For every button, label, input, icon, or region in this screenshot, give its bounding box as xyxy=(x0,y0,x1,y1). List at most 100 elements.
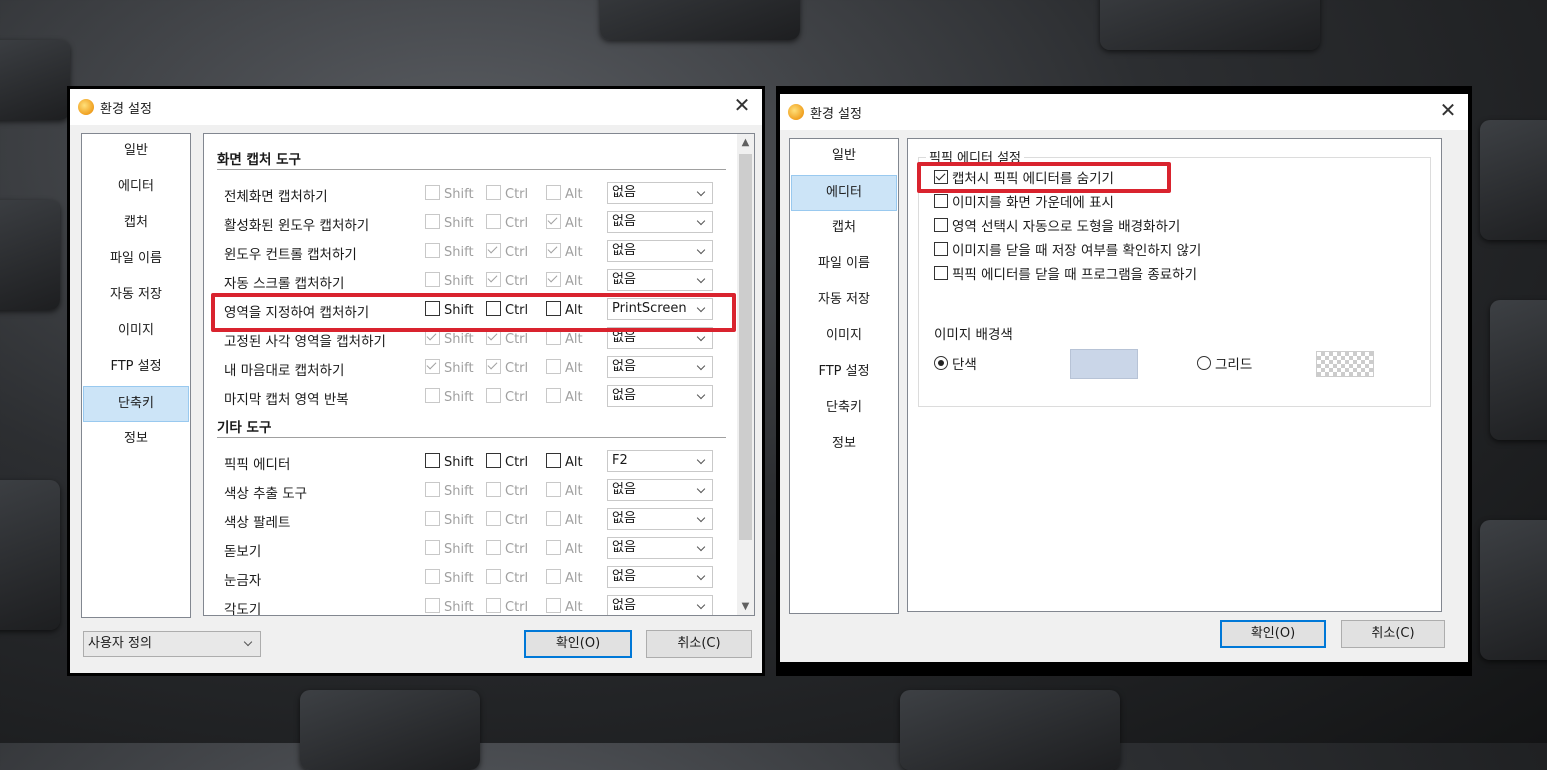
key-select[interactable]: 없음 xyxy=(607,327,713,349)
key-select[interactable]: 없음 xyxy=(607,385,713,407)
nav-item[interactable]: 이미지 xyxy=(791,319,897,355)
nav-item[interactable]: 일반 xyxy=(83,134,189,170)
shift-checkbox[interactable]: Shift xyxy=(425,359,474,376)
key-select[interactable]: 없음 xyxy=(607,240,713,262)
shift-checkbox[interactable]: Shift xyxy=(425,330,474,347)
bg-grid-radio[interactable]: 그리드 xyxy=(1197,353,1252,373)
modifier-label: Shift xyxy=(444,332,474,347)
cancel-button[interactable]: 취소(C) xyxy=(646,630,752,658)
key-select[interactable]: 없음 xyxy=(607,508,713,530)
ctrl-checkbox[interactable]: Ctrl xyxy=(486,243,528,260)
key-select[interactable]: 없음 xyxy=(607,269,713,291)
alt-checkbox[interactable]: Alt xyxy=(546,388,583,405)
key-select[interactable]: 없음 xyxy=(607,211,713,233)
ok-button[interactable]: 확인(O) xyxy=(1220,620,1326,648)
nav-item[interactable]: 일반 xyxy=(791,139,897,175)
alt-checkbox[interactable]: Alt xyxy=(546,482,583,499)
ctrl-checkbox[interactable]: Ctrl xyxy=(486,301,528,318)
close-icon[interactable]: ✕ xyxy=(1436,98,1460,122)
editor-option-checkbox[interactable]: 픽픽 에디터를 닫을 때 프로그램을 종료하기 xyxy=(934,263,1197,283)
key-select[interactable]: 없음 xyxy=(607,479,713,501)
nav-item[interactable]: 캡처 xyxy=(791,211,897,247)
shift-checkbox[interactable]: Shift xyxy=(425,214,474,231)
ok-button[interactable]: 확인(O) xyxy=(524,630,632,658)
nav-item[interactable]: 에디터 xyxy=(791,175,897,211)
cancel-button[interactable]: 취소(C) xyxy=(1341,620,1445,648)
settings-nav: 일반 에디터 캡처 파일 이름 자동 저장 이미지 FTP 설정 단축키 정보 xyxy=(81,133,191,618)
shift-checkbox[interactable]: Shift xyxy=(425,185,474,202)
shift-checkbox[interactable]: Shift xyxy=(425,540,474,557)
scroll-up-icon[interactable]: ▲ xyxy=(737,134,754,151)
ctrl-checkbox[interactable]: Ctrl xyxy=(486,388,528,405)
nav-item[interactable]: FTP 설정 xyxy=(791,355,897,391)
shift-checkbox[interactable]: Shift xyxy=(425,511,474,528)
nav-item[interactable]: 파일 이름 xyxy=(791,247,897,283)
nav-item[interactable]: 정보 xyxy=(83,422,189,458)
key-select[interactable]: 없음 xyxy=(607,356,713,378)
alt-checkbox[interactable]: Alt xyxy=(546,330,583,347)
option-label: 이미지를 화면 가운데에 표시 xyxy=(952,195,1114,211)
alt-checkbox[interactable]: Alt xyxy=(546,272,583,289)
nav-item[interactable]: 캡처 xyxy=(83,206,189,242)
ctrl-checkbox[interactable]: Ctrl xyxy=(486,511,528,528)
ctrl-checkbox[interactable]: Ctrl xyxy=(486,214,528,231)
shift-checkbox[interactable]: Shift xyxy=(425,272,474,289)
shift-checkbox[interactable]: Shift xyxy=(425,388,474,405)
alt-checkbox[interactable]: Alt xyxy=(546,569,583,586)
nav-item[interactable]: FTP 설정 xyxy=(83,350,189,386)
nav-item[interactable]: 단축키 xyxy=(83,386,189,422)
close-icon[interactable]: ✕ xyxy=(730,93,754,117)
solid-color-swatch[interactable] xyxy=(1070,349,1138,379)
grid-pattern-swatch[interactable] xyxy=(1316,351,1374,377)
ctrl-checkbox[interactable]: Ctrl xyxy=(486,330,528,347)
key-select[interactable]: 없음 xyxy=(607,182,713,204)
alt-checkbox[interactable]: Alt xyxy=(546,185,583,202)
ctrl-checkbox[interactable]: Ctrl xyxy=(486,359,528,376)
alt-checkbox[interactable]: Alt xyxy=(546,301,583,318)
preset-select[interactable]: 사용자 정의 xyxy=(83,631,261,657)
editor-option-checkbox[interactable]: 이미지를 화면 가운데에 표시 xyxy=(934,191,1114,211)
ctrl-checkbox[interactable]: Ctrl xyxy=(486,272,528,289)
key-select[interactable]: 없음 xyxy=(607,566,713,588)
shift-checkbox[interactable]: Shift xyxy=(425,598,474,615)
alt-checkbox[interactable]: Alt xyxy=(546,214,583,231)
alt-checkbox[interactable]: Alt xyxy=(546,453,583,470)
editor-option-checkbox[interactable]: 영역 선택시 자동으로 도형을 배경화하기 xyxy=(934,215,1180,235)
bg-solid-radio[interactable]: 단색 xyxy=(934,353,977,373)
nav-item[interactable]: 이미지 xyxy=(83,314,189,350)
option-label: 이미지를 닫을 때 저장 여부를 확인하지 않기 xyxy=(952,243,1202,259)
alt-checkbox[interactable]: Alt xyxy=(546,359,583,376)
shift-checkbox[interactable]: Shift xyxy=(425,482,474,499)
alt-checkbox[interactable]: Alt xyxy=(546,598,583,615)
nav-item[interactable]: 자동 저장 xyxy=(83,278,189,314)
nav-item[interactable]: 에디터 xyxy=(83,170,189,206)
nav-item[interactable]: 단축키 xyxy=(791,391,897,427)
editor-option-checkbox[interactable]: 이미지를 닫을 때 저장 여부를 확인하지 않기 xyxy=(934,239,1201,259)
nav-item[interactable]: 정보 xyxy=(791,427,897,463)
shift-checkbox[interactable]: Shift xyxy=(425,569,474,586)
editor-option-checkbox[interactable]: 캡처시 픽픽 에디터를 숨기기 xyxy=(934,167,1114,187)
shift-checkbox[interactable]: Shift xyxy=(425,301,474,318)
checkbox-icon xyxy=(546,598,561,613)
shift-checkbox[interactable]: Shift xyxy=(425,243,474,260)
title-bar: 환경 설정 ✕ xyxy=(70,89,762,125)
modifier-label: Ctrl xyxy=(505,455,529,470)
key-select[interactable]: F2 xyxy=(607,450,713,472)
alt-checkbox[interactable]: Alt xyxy=(546,511,583,528)
checkbox-icon xyxy=(486,214,501,229)
ctrl-checkbox[interactable]: Ctrl xyxy=(486,540,528,557)
key-select[interactable]: PrintScreen xyxy=(607,298,713,320)
ctrl-checkbox[interactable]: Ctrl xyxy=(486,185,528,202)
ctrl-checkbox[interactable]: Ctrl xyxy=(486,598,528,615)
key-select[interactable]: 없음 xyxy=(607,595,713,615)
nav-item[interactable]: 파일 이름 xyxy=(83,242,189,278)
ctrl-checkbox[interactable]: Ctrl xyxy=(486,482,528,499)
ctrl-checkbox[interactable]: Ctrl xyxy=(486,569,528,586)
key-select[interactable]: 없음 xyxy=(607,537,713,559)
alt-checkbox[interactable]: Alt xyxy=(546,243,583,260)
nav-item[interactable]: 자동 저장 xyxy=(791,283,897,319)
ctrl-checkbox[interactable]: Ctrl xyxy=(486,453,529,470)
shift-checkbox[interactable]: Shift xyxy=(425,453,474,470)
shortcut-label: 돋보기 xyxy=(224,544,262,560)
alt-checkbox[interactable]: Alt xyxy=(546,540,583,557)
